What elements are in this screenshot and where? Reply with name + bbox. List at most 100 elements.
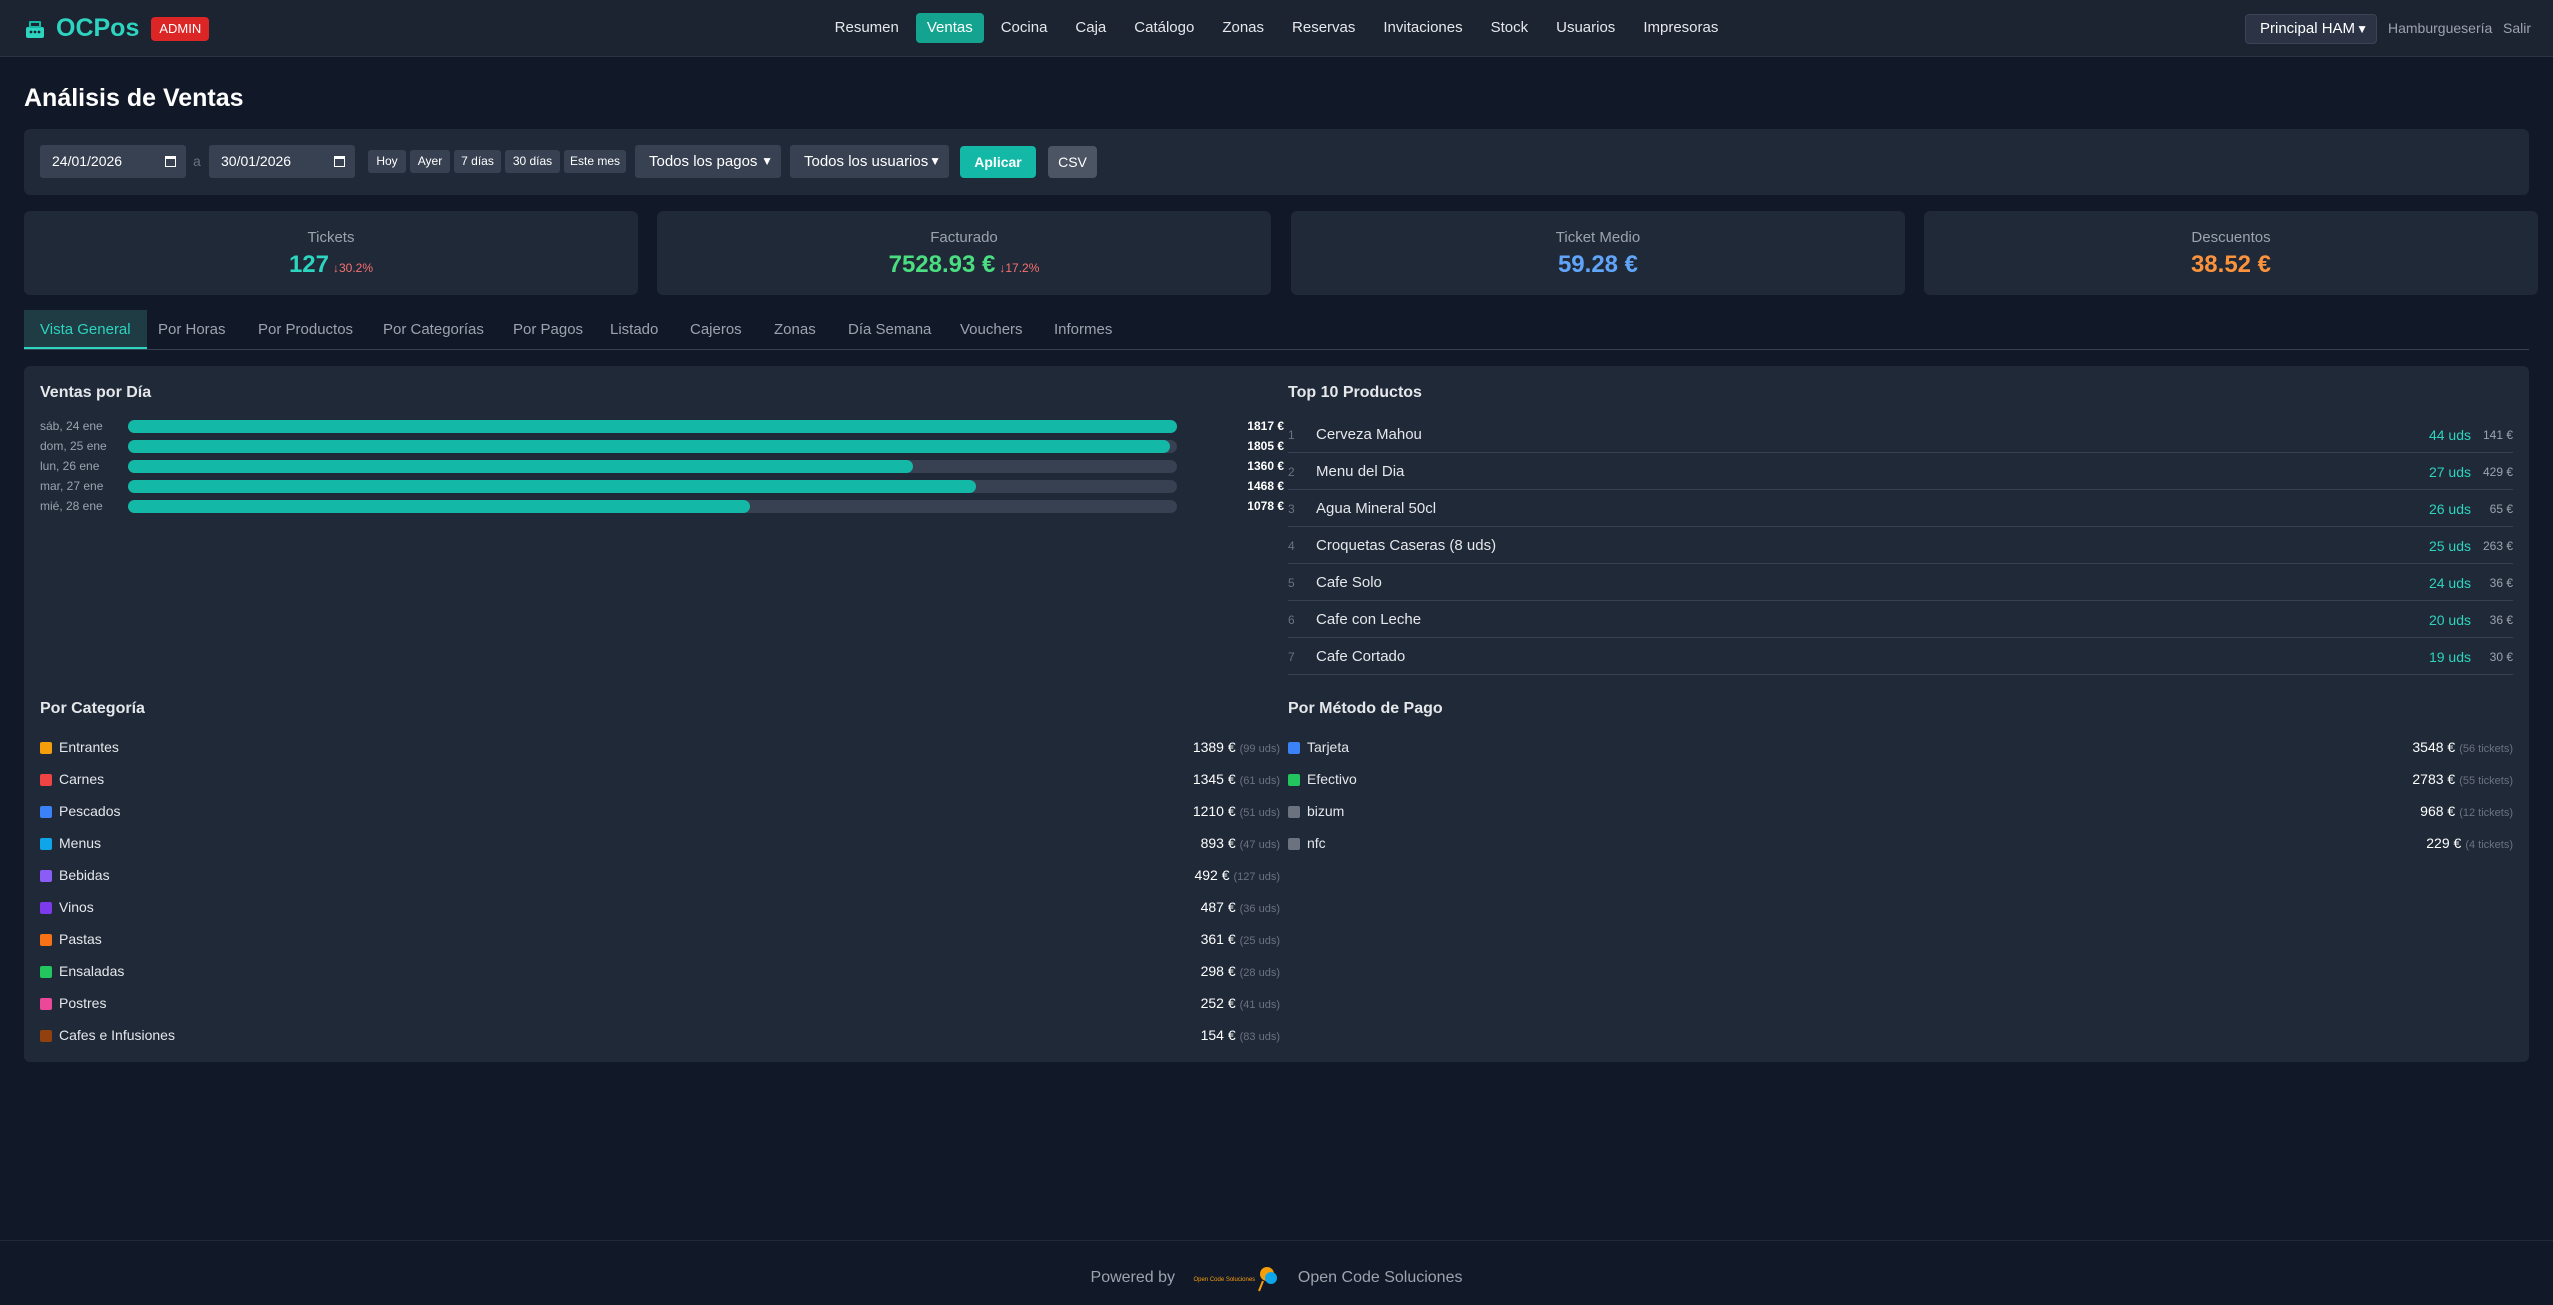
row-count: (83 uds): [1239, 1031, 1280, 1043]
tab-vista-general[interactable]: Vista General: [24, 310, 147, 349]
tab-por-categorias[interactable]: Por Categorías: [367, 310, 500, 349]
tab-por-pagos[interactable]: Por Pagos: [497, 310, 599, 349]
date-range-separator: a: [193, 153, 201, 169]
row-value: 154 € (83 uds): [1201, 1027, 1280, 1043]
row-value: 968 € (12 tickets): [2420, 803, 2513, 819]
row-count: (12 tickets): [2459, 807, 2513, 819]
day-bar: [128, 500, 751, 513]
nav-item-invitaciones[interactable]: Invitaciones: [1372, 13, 1473, 43]
nav-item-stock[interactable]: Stock: [1480, 13, 1540, 43]
product-row[interactable]: 7 Cafe Cortado 19 uds 30 €: [1288, 638, 2513, 675]
user-filter-select[interactable]: Todos los usuarios ▼: [790, 145, 949, 178]
tab-zonas[interactable]: Zonas: [758, 310, 832, 349]
product-name: Cafe Cortado: [1316, 648, 1406, 665]
product-row[interactable]: 6 Cafe con Leche 20 uds 36 €: [1288, 601, 2513, 638]
row-name: Vinos: [59, 899, 94, 915]
nav-item-catalogo[interactable]: Catálogo: [1123, 13, 1205, 43]
tab-por-horas[interactable]: Por Horas: [142, 310, 242, 349]
calendar-icon[interactable]: [165, 156, 176, 167]
kpi-card: Tickets 127 ↓30.2%: [24, 211, 638, 295]
quick-yesterday-button[interactable]: Ayer: [410, 150, 450, 173]
day-value: 1805 €: [1247, 439, 1284, 453]
product-name: Cafe Solo: [1316, 574, 1382, 591]
product-rank: 5: [1288, 576, 1295, 590]
kpi-value: 38.52 €: [2190, 251, 2272, 278]
day-bar-track: [128, 420, 1177, 433]
day-bar: [128, 480, 976, 493]
date-to-input[interactable]: 30/01/2026: [209, 145, 355, 178]
product-row[interactable]: 1 Cerveza Mahou 44 uds 141 €: [1288, 416, 2513, 453]
tab-cajeros[interactable]: Cajeros: [674, 310, 758, 349]
product-row[interactable]: 4 Croquetas Caseras (8 uds) 25 uds 263 €: [1288, 527, 2513, 564]
row-amount: 229 €: [2426, 835, 2462, 851]
analysis-tabs: Vista General Por Horas Por Productos Por C…: [24, 310, 2529, 350]
day-value: 1078 €: [1247, 499, 1284, 513]
product-row[interactable]: 3 Agua Mineral 50cl 26 uds 65 €: [1288, 490, 2513, 527]
category-row: Menus 893 € (47 uds): [40, 834, 1280, 854]
payment-row: bizum 968 € (12 tickets): [1288, 802, 2513, 822]
category-row: Pastas 361 € (25 uds): [40, 930, 1280, 950]
row-amount: 968 €: [2420, 803, 2456, 819]
row-amount: 1345 €: [1192, 771, 1236, 787]
powered-by-label: Powered by: [1090, 1269, 1176, 1286]
quick-today-button[interactable]: Hoy: [368, 150, 406, 173]
date-to-value: 30/01/2026: [221, 153, 292, 169]
day-label: mar, 27 ene: [40, 479, 104, 493]
company-logo[interactable]: Open Code Soluciones: [1193, 1263, 1279, 1293]
row-count: (99 uds): [1239, 743, 1280, 755]
product-row[interactable]: 2 Menu del Dia 27 uds 429 €: [1288, 453, 2513, 490]
row-value: 1345 € (61 uds): [1193, 771, 1280, 787]
row-amount: 3548 €: [2412, 739, 2456, 755]
row-value: 1210 € (51 uds): [1193, 803, 1280, 819]
product-rank: 1: [1288, 428, 1295, 442]
tab-por-productos[interactable]: Por Productos: [242, 310, 369, 349]
row-count: (56 tickets): [2459, 743, 2513, 755]
product-amount: 141 €: [2482, 428, 2513, 442]
store-select[interactable]: Principal HAM ▼: [2245, 14, 2377, 44]
payment-row: Efectivo 2783 € (55 tickets): [1288, 770, 2513, 790]
nav-item-ventas[interactable]: Ventas: [915, 13, 984, 43]
quick-30days-button[interactable]: 30 días: [505, 150, 560, 173]
day-label: lun, 26 ene: [40, 459, 100, 473]
quick-this-month-button[interactable]: Este mes: [564, 150, 626, 173]
row-value: 2783 € (55 tickets): [2412, 771, 2513, 787]
csv-export-button[interactable]: CSV: [1048, 146, 1097, 178]
day-bar-row: sáb, 24 ene 1817 €: [40, 416, 1284, 436]
nav-item-zonas[interactable]: Zonas: [1211, 13, 1275, 43]
calendar-icon[interactable]: [334, 156, 345, 167]
tab-informes[interactable]: Informes: [1038, 310, 1128, 349]
product-amount: 263 €: [2482, 539, 2513, 553]
row-count: (36 uds): [1239, 903, 1280, 915]
product-row[interactable]: 5 Cafe Solo 24 uds 36 €: [1288, 564, 2513, 601]
kpi-card: Ticket Medio 59.28 €: [1291, 211, 1905, 295]
by-payment-title: Por Método de Pago: [1288, 700, 1443, 717]
tab-dia-semana[interactable]: Día Semana: [832, 310, 947, 349]
payment-filter-select[interactable]: Todos los pagos ▼: [635, 145, 781, 178]
row-name: Menus: [59, 835, 102, 851]
nav-item-cocina[interactable]: Cocina: [990, 13, 1059, 43]
apply-button[interactable]: Aplicar: [960, 146, 1036, 178]
nav-item-resumen[interactable]: Resumen: [824, 13, 910, 43]
row-amount: 298 €: [1200, 963, 1236, 979]
nav-item-reservas[interactable]: Reservas: [1281, 13, 1366, 43]
row-value: 229 € (4 tickets): [2426, 835, 2513, 851]
row-amount: 1389 €: [1192, 739, 1236, 755]
nav-item-caja[interactable]: Caja: [1064, 13, 1117, 43]
quick-7days-button[interactable]: 7 días: [454, 150, 501, 173]
tab-vouchers[interactable]: Vouchers: [944, 310, 1039, 349]
kpi-delta: ↓30.2%: [333, 261, 374, 275]
row-amount: 893 €: [1200, 835, 1236, 851]
day-label: mié, 28 ene: [40, 499, 103, 513]
row-value: 492 € (127 uds): [1194, 867, 1280, 883]
row-name: Pastas: [59, 931, 102, 947]
row-name: Efectivo: [1307, 771, 1357, 787]
row-name: Cafes e Infusiones: [59, 1027, 175, 1043]
nav-item-impresoras[interactable]: Impresoras: [1632, 13, 1729, 43]
logout-link[interactable]: Salir: [2503, 20, 2531, 36]
nav-item-usuarios[interactable]: Usuarios: [1545, 13, 1626, 43]
row-count: (51 uds): [1239, 807, 1280, 819]
kpi-label: Descuentos: [2191, 229, 2271, 246]
tab-listado[interactable]: Listado: [594, 310, 674, 349]
row-name: Carnes: [59, 771, 105, 787]
date-from-input[interactable]: 24/01/2026: [40, 145, 186, 178]
